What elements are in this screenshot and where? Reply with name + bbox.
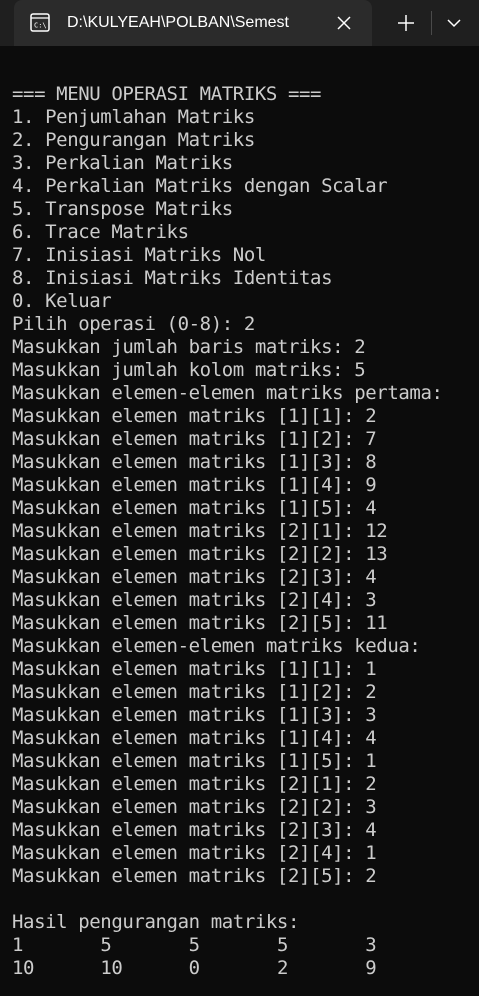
terminal-line: Masukkan elemen matriks [1][2]: 2 bbox=[12, 681, 377, 703]
terminal-line: Masukkan jumlah kolom matriks: 5 bbox=[12, 359, 366, 381]
terminal-line: Masukkan elemen matriks [1][2]: 7 bbox=[12, 428, 377, 450]
terminal-line: Masukkan elemen matriks [1][5]: 4 bbox=[12, 497, 377, 519]
terminal-line: Masukkan elemen matriks [2][5]: 11 bbox=[12, 612, 388, 634]
toolbar-divider bbox=[431, 11, 432, 35]
terminal-line: Masukkan elemen matriks [2][3]: 4 bbox=[12, 566, 377, 588]
terminal-line: Masukkan elemen matriks [1][4]: 4 bbox=[12, 727, 377, 749]
terminal-line: 2. Pengurangan Matriks bbox=[12, 129, 255, 151]
terminal-line: Masukkan elemen matriks [1][3]: 8 bbox=[12, 451, 377, 473]
terminal-line: Masukkan elemen matriks [1][1]: 2 bbox=[12, 405, 377, 427]
terminal-line: 1 5 5 5 3 bbox=[12, 934, 377, 956]
tab-title: D:\KULYEAH\POLBAN\Semest bbox=[67, 14, 289, 31]
terminal-line: 5. Transpose Matriks bbox=[12, 198, 233, 220]
terminal-line: Masukkan elemen matriks [2][2]: 3 bbox=[12, 796, 377, 818]
terminal-line: === MENU OPERASI MATRIKS === bbox=[12, 83, 322, 105]
terminal-line: Masukkan elemen matriks [1][5]: 1 bbox=[12, 750, 377, 772]
terminal-line: Masukkan elemen matriks [2][4]: 1 bbox=[12, 842, 377, 864]
plus-icon[interactable] bbox=[391, 8, 421, 38]
terminal-window: C:\ D:\KULYEAH\POLBAN\Semest === MENU OP… bbox=[0, 0, 479, 996]
chevron-down-icon[interactable] bbox=[439, 8, 469, 38]
terminal-line: Masukkan elemen matriks [2][5]: 2 bbox=[12, 865, 377, 887]
terminal-line: Masukkan elemen matriks [2][3]: 4 bbox=[12, 819, 377, 841]
terminal-line: Masukkan elemen matriks [2][1]: 2 bbox=[12, 773, 377, 795]
terminal-line: Masukkan elemen matriks [1][1]: 1 bbox=[12, 658, 377, 680]
terminal-line: 0. Keluar bbox=[12, 290, 112, 312]
svg-text:C:\: C:\ bbox=[34, 22, 47, 30]
terminal-line: Masukkan jumlah baris matriks: 2 bbox=[12, 336, 366, 358]
terminal-line: Masukkan elemen matriks [2][4]: 3 bbox=[12, 589, 377, 611]
terminal-line: Masukkan elemen-elemen matriks pertama: bbox=[12, 382, 443, 404]
terminal-line: Masukkan elemen matriks [2][1]: 12 bbox=[12, 520, 388, 542]
terminal-line: 7. Inisiasi Matriks Nol bbox=[12, 244, 266, 266]
terminal-icon: C:\ bbox=[30, 13, 50, 32]
terminal-tab[interactable]: C:\ D:\KULYEAH\POLBAN\Semest bbox=[14, 0, 372, 46]
terminal-line: Hasil pengurangan matriks: bbox=[12, 911, 300, 933]
terminal-line: Masukkan elemen matriks [1][3]: 3 bbox=[12, 704, 377, 726]
terminal-output[interactable]: === MENU OPERASI MATRIKS === 1. Penjumlah… bbox=[12, 83, 479, 980]
terminal-line: Masukkan elemen matriks [1][4]: 9 bbox=[12, 474, 377, 496]
close-icon[interactable] bbox=[330, 9, 358, 37]
terminal-line: Pilih operasi (0-8): 2 bbox=[12, 313, 255, 335]
terminal-line: 3. Perkalian Matriks bbox=[12, 152, 233, 174]
terminal-line: Masukkan elemen-elemen matriks kedua: bbox=[12, 635, 421, 657]
terminal-line: 8. Inisiasi Matriks Identitas bbox=[12, 267, 333, 289]
terminal-line: 4. Perkalian Matriks dengan Scalar bbox=[12, 175, 388, 197]
terminal-line: 1. Penjumlahan Matriks bbox=[12, 106, 255, 128]
terminal-line: 10 10 0 2 9 bbox=[12, 957, 377, 979]
terminal-line: Masukkan elemen matriks [2][2]: 13 bbox=[12, 543, 388, 565]
terminal-line: 6. Trace Matriks bbox=[12, 221, 189, 243]
tab-bar: C:\ D:\KULYEAH\POLBAN\Semest bbox=[0, 0, 479, 46]
